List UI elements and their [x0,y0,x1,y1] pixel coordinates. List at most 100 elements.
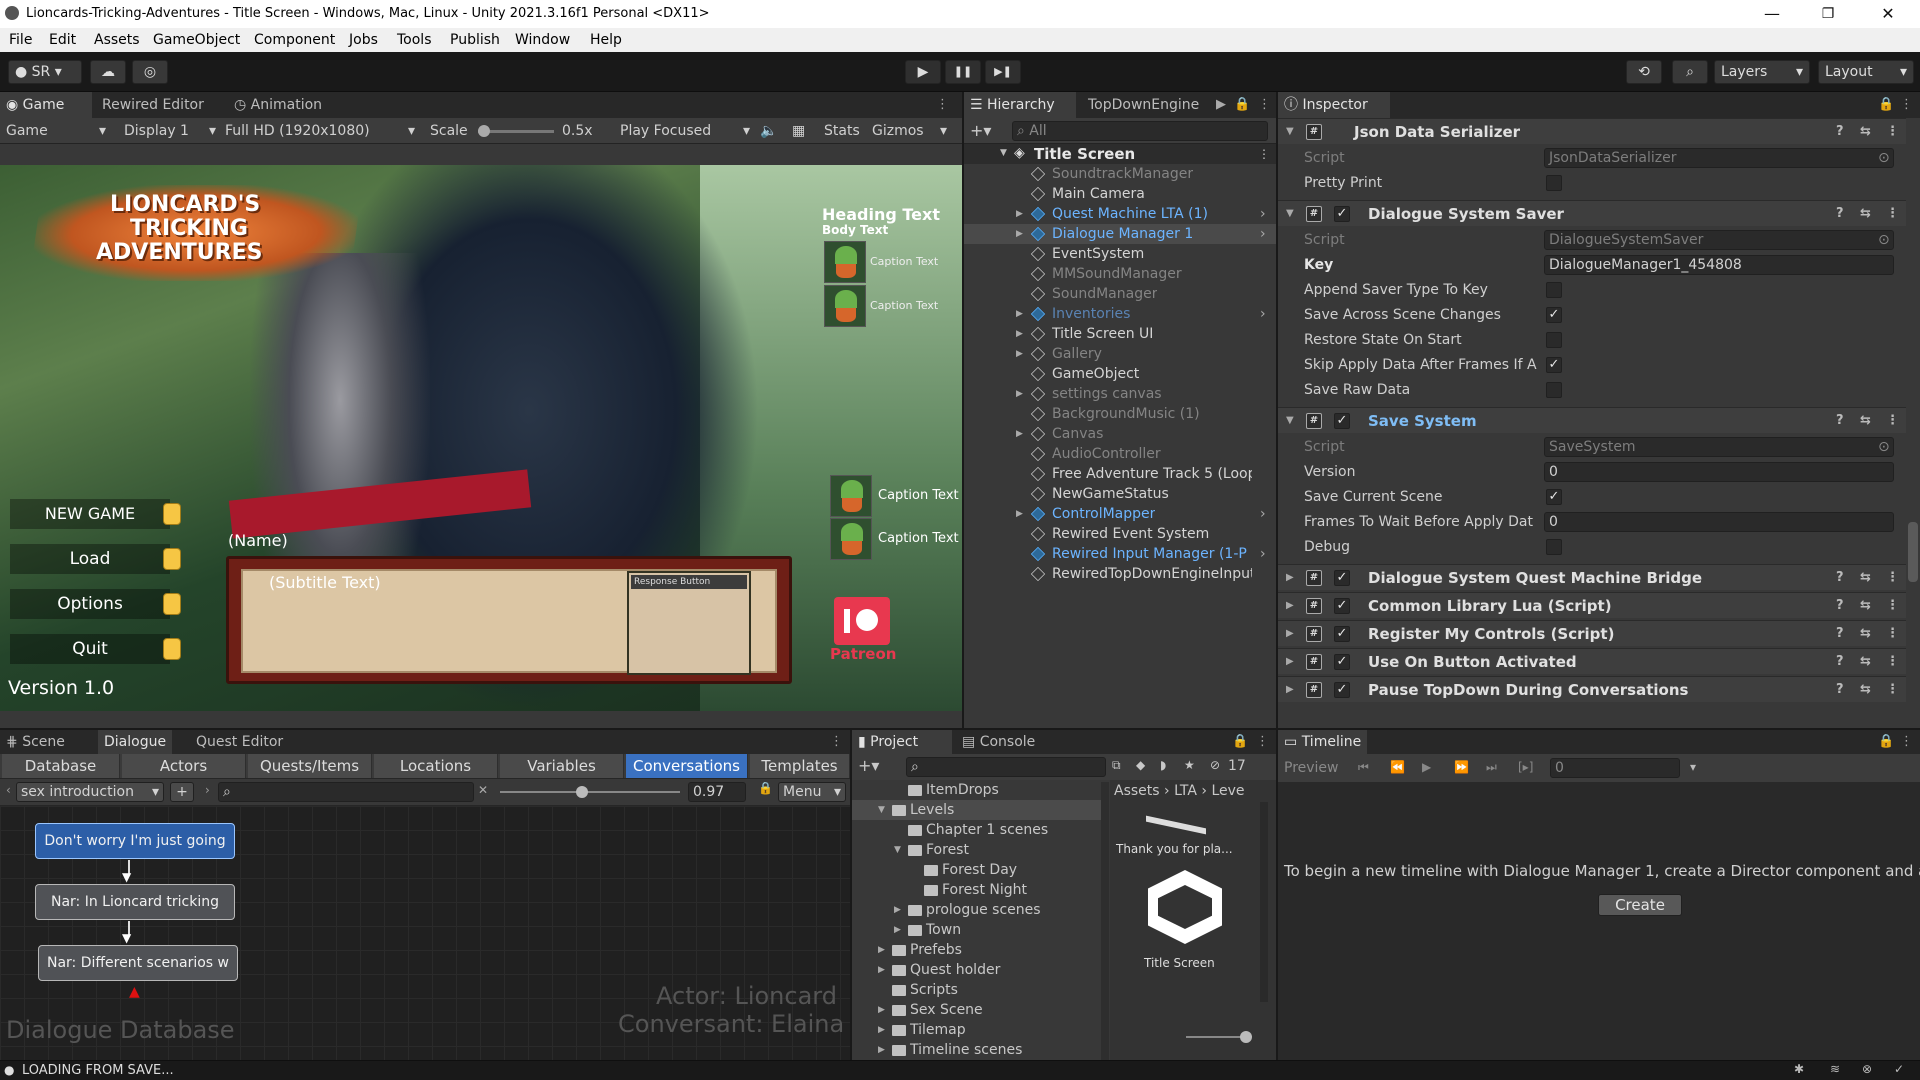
quit-button[interactable]: Quit [10,634,170,664]
project-search-input[interactable]: ⌕ [906,757,1106,777]
tab-inspector[interactable]: ⓘ Inspector [1278,92,1390,118]
patreon-icon[interactable] [834,597,890,645]
subtab-variables[interactable]: Variables [500,754,624,778]
patreon-label[interactable]: Patreon [830,645,896,663]
menu-edit[interactable]: Edit [49,32,76,48]
property-checkbox[interactable] [1546,382,1562,398]
tab-rewired-editor[interactable]: Rewired Editor [96,92,210,118]
hierarchy-item[interactable]: SoundtrackManager [964,164,1276,184]
foldout-arrow-icon[interactable]: ▶ [1286,565,1294,591]
menu-help[interactable]: Help [590,32,622,48]
project-folder[interactable]: ▼ Forest [852,840,1108,860]
project-folder[interactable]: ItemDrops [852,780,1108,800]
component-enable-checkbox[interactable]: ✓ [1334,206,1350,222]
property-checkbox[interactable]: ✓ [1546,489,1562,505]
expand-arrow-icon[interactable]: ▼ [1000,148,1007,158]
component-header[interactable]: ▼ # ✓ Dialogue System Saver? ⇆ ⋮ [1278,200,1906,226]
breadcrumb-item[interactable]: LTA [1174,783,1197,799]
help-icon[interactable]: ? [1836,649,1844,675]
property-checkbox[interactable] [1546,539,1562,555]
dialogue-node[interactable]: Nar: In Lioncard tricking [35,884,235,920]
history-icon[interactable]: ⟲ [1626,60,1662,84]
play-button[interactable]: ▶ [905,60,941,84]
foldout-arrow-icon[interactable]: ▼ [1286,201,1294,227]
menu-publish[interactable]: Publish [450,32,500,48]
project-folder[interactable]: ▶ Timeline scenes [852,1040,1108,1060]
hierarchy-item[interactable]: ▶ Gallery [964,344,1276,364]
hierarchy-item[interactable]: BackgroundMusic (1) [964,404,1276,424]
component-header[interactable]: ▼ # ✓ Save System? ⇆ ⋮ [1278,407,1906,433]
lock-icon[interactable]: 🔒 [1878,734,1894,749]
tab-game[interactable]: ◉ Game [0,92,92,118]
more-icon[interactable]: ⋮ [1886,593,1899,619]
menu-gameobject[interactable]: GameObject [153,32,240,48]
conversation-dropdown[interactable]: sex introduction ▾ [16,782,164,802]
add-icon[interactable]: +▾ [858,756,879,775]
chevron-right-icon[interactable]: › [1260,204,1266,224]
tab-animation[interactable]: ◷ Animation [228,92,328,118]
project-folder[interactable]: Chapter 1 scenes [852,820,1108,840]
game-view[interactable]: LIONCARD'S TRICKING ADVENTURES Heading T… [0,165,962,711]
next-frame-icon[interactable]: ⏩ [1454,760,1469,774]
expand-arrow-icon[interactable]: ▶ [878,1040,885,1060]
expand-arrow-icon[interactable]: ▶ [878,940,885,960]
chevron-down-icon[interactable]: ▾ [940,120,947,142]
hierarchy-item[interactable]: Rewired Input Manager (1-P › [964,544,1276,564]
go-to-start-icon[interactable]: ⏮ [1358,760,1369,775]
scene-row[interactable]: ▼ ◈ Title Screen ⋮ [964,144,1276,164]
more-icon[interactable]: ⋮ [1886,649,1899,675]
search-icon[interactable]: ⌕ [1672,60,1708,84]
more-icon[interactable]: ⋮ [1886,201,1899,227]
hierarchy-item[interactable]: NewGameStatus [964,484,1276,504]
menu-component[interactable]: Component [254,32,335,48]
expand-arrow-icon[interactable]: ▶ [878,960,885,980]
view-mode-dropdown[interactable]: Game ▾ [6,120,106,142]
subtab-conversations[interactable]: Conversations [626,754,748,778]
more-icon[interactable]: ⋮ [1886,119,1899,145]
label-icon[interactable]: ◗ [1160,758,1166,772]
object-picker-icon[interactable]: ⊙ [1878,228,1890,253]
component-header[interactable]: ▶ # ✓ Pause TopDown During Conversations? ⇆ ⋮ [1278,676,1906,702]
menu-tools[interactable]: Tools [397,32,432,48]
hierarchy-item[interactable]: EventSystem [964,244,1276,264]
object-picker-icon[interactable]: ⊙ [1878,146,1890,171]
progress-icon[interactable]: ✱ [1794,1062,1804,1076]
help-icon[interactable]: ? [1836,201,1844,227]
expand-arrow-icon[interactable]: ▼ [894,840,901,860]
hierarchy-search-input[interactable]: ⌕ All [1012,121,1268,141]
close-button[interactable]: ✕ [1868,2,1908,26]
hierarchy-item[interactable]: MMSoundManager [964,264,1276,284]
settings-icon[interactable]: ⇆ [1860,201,1871,227]
step-button[interactable]: ▶❚ [985,60,1021,84]
expand-arrow-icon[interactable]: ▶ [1016,344,1023,364]
subtab-quests-items[interactable]: Quests/Items [248,754,372,778]
project-folder[interactable]: ▼ Levels [852,800,1108,820]
cache-icon[interactable]: ≋ [1830,1062,1840,1076]
asset-label[interactable]: Thank you for pla... [1116,842,1233,856]
help-icon[interactable]: ? [1836,593,1844,619]
frame-field[interactable]: 0 [1550,758,1680,778]
zoom-value[interactable]: 0.97 [688,782,746,802]
component-enable-checkbox[interactable]: ✓ [1334,682,1350,698]
more-icon[interactable]: ⋮ [1900,734,1913,749]
expand-arrow-icon[interactable]: ▶ [1016,384,1023,404]
asset-thumbnail-icon[interactable] [1146,797,1206,835]
node-search-input[interactable]: ⌕ [218,782,474,802]
settings-icon[interactable]: ⇆ [1860,119,1871,145]
project-folder[interactable]: ▶ Sex Scene [852,1000,1108,1020]
icon-size-slider[interactable] [1186,1036,1246,1038]
scale-slider-handle[interactable] [478,125,490,137]
more-icon[interactable]: ⋮ [1258,97,1271,112]
settings-icon[interactable]: ⇆ [1860,593,1871,619]
project-folder[interactable]: ▶ Town [852,920,1108,940]
object-picker-icon[interactable]: ⊙ [1878,435,1890,460]
star-icon[interactable]: ★ [1184,758,1195,772]
chevron-right-icon[interactable]: › [205,783,210,797]
foldout-arrow-icon[interactable]: ▶ [1286,677,1294,703]
subtab-locations[interactable]: Locations [374,754,498,778]
project-folder[interactable]: ▶ Quest holder [852,960,1108,980]
component-header[interactable]: ▶ # ✓ Use On Button Activated? ⇆ ⋮ [1278,648,1906,674]
chevron-down-icon[interactable]: ▾ [1690,760,1696,774]
account-dropdown[interactable]: ● SR ▾ [8,60,82,84]
more-icon[interactable]: ⋮ [1256,734,1269,749]
